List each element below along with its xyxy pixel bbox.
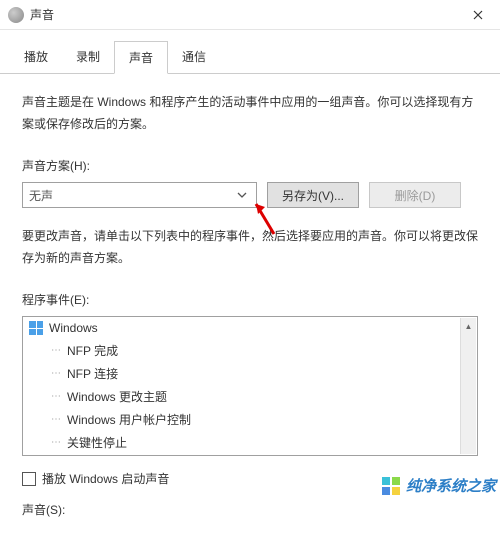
window-title: 声音 <box>30 6 455 23</box>
startup-sound-checkbox[interactable] <box>22 472 36 486</box>
scheme-description: 声音主题是在 Windows 和程序产生的活动事件中应用的一组声音。你可以选择现… <box>22 92 478 135</box>
list-item-label: NFP 连接 <box>67 365 118 382</box>
list-item[interactable]: ⋯ Windows 用户帐户控制 <box>23 408 477 431</box>
list-root-windows[interactable]: Windows <box>23 317 477 339</box>
scheme-label: 声音方案(H): <box>22 157 478 174</box>
startup-sound-label: 播放 Windows 启动声音 <box>42 470 169 487</box>
list-item[interactable]: ⋯ NFP 完成 <box>23 339 477 362</box>
scroll-up-icon[interactable]: ▲ <box>461 318 476 334</box>
sounds-select-label: 声音(S): <box>22 501 478 518</box>
list-item-label: Windows 更改主题 <box>67 388 167 405</box>
close-button[interactable] <box>455 0 500 30</box>
list-root-label: Windows <box>49 321 98 335</box>
watermark: 纯净系统之家 <box>378 473 500 498</box>
tree-branch-icon: ⋯ <box>51 345 63 356</box>
events-label: 程序事件(E): <box>22 291 478 308</box>
list-item-label: Windows 用户帐户控制 <box>67 411 191 428</box>
tab-communications[interactable]: 通信 <box>168 41 220 74</box>
sound-app-icon <box>8 7 24 23</box>
save-as-button[interactable]: 另存为(V)... <box>267 182 359 208</box>
list-item[interactable]: ⋯ 关键性停止 <box>23 431 477 454</box>
watermark-logo-icon <box>382 477 400 495</box>
save-as-label: 另存为(V)... <box>282 187 344 204</box>
tree-branch-icon: ⋯ <box>51 437 63 448</box>
titlebar: 声音 <box>0 0 500 30</box>
tree-branch-icon: ⋯ <box>51 414 63 425</box>
chevron-down-icon <box>234 187 250 203</box>
scheme-selected-value: 无声 <box>29 187 53 204</box>
tab-strip: 播放 录制 声音 通信 <box>0 30 500 74</box>
list-item[interactable]: ⋯ Windows 更改主题 <box>23 385 477 408</box>
tab-recording[interactable]: 录制 <box>62 41 114 74</box>
scheme-select[interactable]: 无声 <box>22 182 257 208</box>
program-events-list[interactable]: Windows ⋯ NFP 完成 ⋯ NFP 连接 ⋯ Windows 更改主题… <box>22 316 478 456</box>
list-item-label: 关键性停止 <box>67 434 127 451</box>
windows-icon <box>29 321 43 335</box>
tree-branch-icon: ⋯ <box>51 368 63 379</box>
tab-content: 声音主题是在 Windows 和程序产生的活动事件中应用的一组声音。你可以选择现… <box>0 74 500 536</box>
delete-label: 删除(D) <box>395 187 436 204</box>
scheme-row: 无声 另存为(V)... 删除(D) <box>22 182 478 208</box>
listbox-scrollbar[interactable]: ▲ <box>460 318 476 454</box>
tab-playback[interactable]: 播放 <box>10 41 62 74</box>
tree-branch-icon: ⋯ <box>51 391 63 402</box>
tab-sounds[interactable]: 声音 <box>114 41 168 74</box>
events-description: 要更改声音，请单击以下列表中的程序事件，然后选择要应用的声音。你可以将更改保存为… <box>22 226 478 269</box>
close-icon <box>473 10 483 20</box>
list-item-label: NFP 完成 <box>67 342 118 359</box>
watermark-text: 纯净系统之家 <box>406 475 496 496</box>
delete-button: 删除(D) <box>369 182 461 208</box>
list-item[interactable]: ⋯ NFP 连接 <box>23 362 477 385</box>
